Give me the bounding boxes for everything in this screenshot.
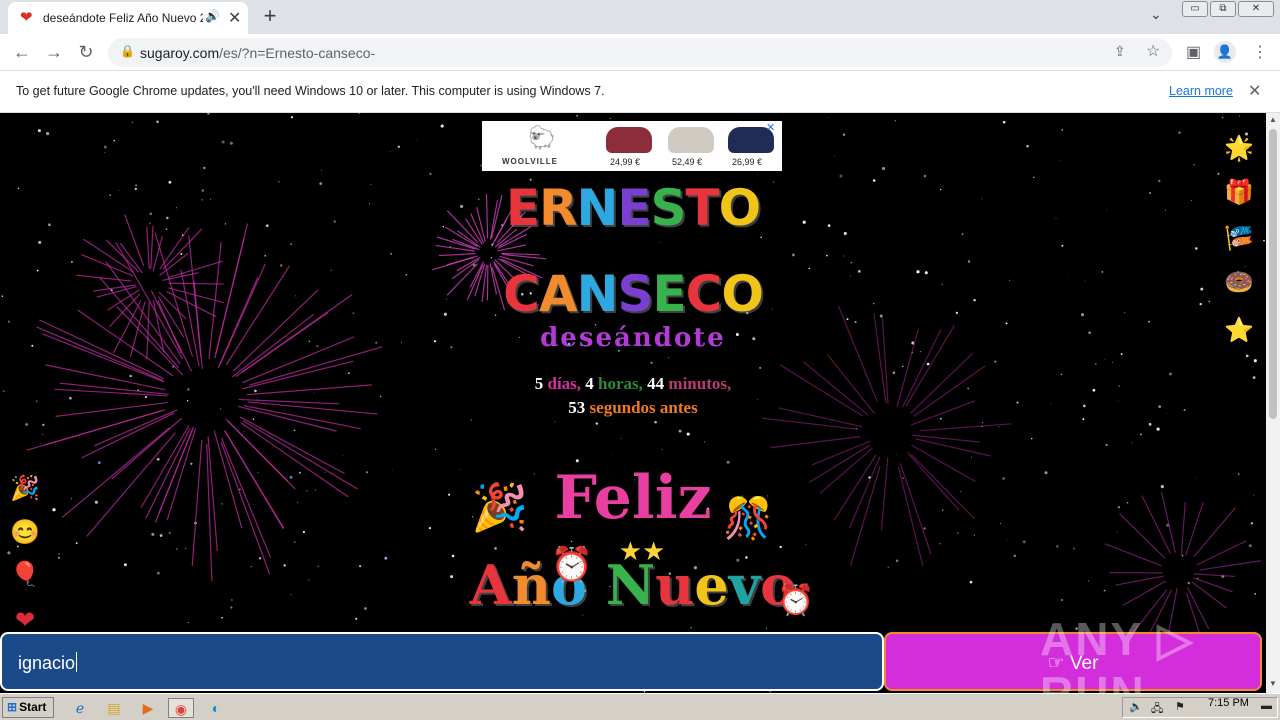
forward-button[interactable]: → [42, 40, 66, 64]
chrome-icon[interactable]: ◉ [168, 698, 194, 718]
countdown-minutes-label: minutos, [668, 374, 732, 393]
browser-tab[interactable]: ❤ deseándote Feliz Año Nuevo 20 🔊 ✕ [8, 2, 248, 34]
lock-icon: 🔒 [120, 44, 135, 58]
name-input[interactable]: ignacio [0, 632, 884, 691]
address-bar[interactable]: 🔒 sugaroy.com/es/?n=Ernesto-canseco- ⇪ ☆ [108, 38, 1172, 67]
menu-kebab-icon[interactable]: ⋮ [1252, 42, 1268, 62]
ad-product-slipper-grey[interactable] [668, 127, 714, 153]
maximize-button[interactable]: ⧉ [1210, 1, 1236, 17]
scroll-up-icon[interactable]: ▲ [1269, 115, 1277, 124]
heart-icon: ❤ [20, 9, 33, 26]
tab-close-button[interactable]: ✕ [228, 8, 241, 28]
media-player-icon[interactable]: ▶ [138, 698, 158, 718]
countdown: 5 días, 4 horas, 44 minutos, 53 segundos… [0, 372, 1266, 420]
network-icon[interactable]: 🖧 [1151, 700, 1163, 719]
sheep-logo-icon: 🐑 [528, 125, 556, 150]
tab-title: deseándote Feliz Año Nuevo 20 [43, 11, 203, 25]
ad-banner[interactable]: 🐑 WOOLVILLE 24,99 € 52,49 € 26,99 € ✕ [482, 121, 782, 171]
close-icon[interactable]: ✕ [1248, 81, 1261, 101]
start-button[interactable]: ⊞ Start [2, 697, 54, 718]
last-name-title: CANSECO [503, 265, 764, 323]
learn-more-link[interactable]: Learn more [1169, 84, 1233, 98]
profile-avatar[interactable]: 👤 [1214, 41, 1236, 63]
chevron-down-icon[interactable]: ⌄ [1150, 6, 1162, 23]
back-button[interactable]: ← [10, 40, 34, 64]
new-tab-button[interactable]: + [258, 3, 282, 29]
stars-icon: ★★ [618, 536, 666, 566]
countdown-seconds-label: segundos antes [589, 398, 698, 417]
sparkle-icon[interactable]: 🌟 [1224, 135, 1254, 163]
bunting-icon[interactable]: 🎏 [1224, 225, 1254, 253]
speaker-icon[interactable]: 🔊 [205, 9, 220, 23]
party-popper-icon[interactable]: 🎉 [10, 475, 40, 503]
name-input-value: ignacio [18, 653, 76, 673]
ad-price: 52,49 € [672, 157, 703, 167]
heart-icon[interactable]: ❤ [10, 607, 40, 635]
ad-price: 26,99 € [732, 157, 763, 167]
page-content: 🐑 WOOLVILLE 24,99 € 52,49 € 26,99 € ✕ ER… [0, 113, 1266, 693]
url-text: sugaroy.com/es/?n=Ernesto-canseco- [140, 45, 376, 61]
page-scrollbar[interactable]: ▲ ▼ [1266, 113, 1280, 693]
clock: 7:15 PM [1208, 697, 1249, 709]
party-hat-icon: 🎊 [723, 497, 773, 541]
side-panel-icon[interactable]: ▣ [1186, 42, 1201, 62]
donut-icon[interactable]: 🍩 [1224, 269, 1254, 297]
ad-product-slipper-red[interactable] [606, 127, 652, 153]
alarm-clock-icon: ⏰ [777, 584, 815, 617]
countdown-minutes: 44 [647, 374, 665, 393]
update-infobar: To get future Google Chrome updates, you… [0, 71, 1280, 113]
edge-icon[interactable]: ◐ [206, 698, 226, 718]
countdown-days: 5 [534, 374, 544, 393]
greeting-feliz: Feliz [554, 463, 712, 533]
bookmark-star-icon[interactable]: ☆ [1146, 41, 1160, 61]
countdown-hours-label: horas, [598, 374, 643, 393]
balloons-icon[interactable]: 🎈 [10, 561, 40, 589]
countdown-hours: 4 [585, 374, 594, 393]
flag-icon[interactable]: ⚑ [1175, 700, 1185, 713]
countdown-seconds: 53 [568, 398, 586, 417]
speaker-icon[interactable]: 🔈 [1129, 700, 1143, 713]
ad-price: 24,99 € [610, 157, 641, 167]
party-popper-icon: 🎉 [471, 481, 529, 533]
countdown-days-label: días, [547, 374, 582, 393]
windows-flag-icon: ⊞ [7, 700, 18, 714]
ad-brand: WOOLVILLE [502, 157, 558, 166]
gift-icon[interactable]: 🎁 [1224, 179, 1254, 207]
folder-icon[interactable]: ▤ [104, 698, 124, 718]
smiley-icon[interactable]: 😊 [10, 519, 40, 547]
share-icon[interactable]: ⇪ [1114, 43, 1126, 60]
show-desktop-icon[interactable]: ▬ [1261, 700, 1272, 712]
infobar-message: To get future Google Chrome updates, you… [16, 84, 605, 98]
browser-toolbar: ← → ↻ 🔒 sugaroy.com/es/?n=Ernesto-cansec… [0, 34, 1280, 71]
internet-explorer-icon[interactable]: ℯ [70, 698, 90, 718]
wishing-text: deseándote [540, 323, 726, 353]
close-window-button[interactable]: ✕ [1238, 1, 1274, 17]
minimize-button[interactable]: ▭ [1182, 1, 1208, 17]
tab-strip: ❤ deseándote Feliz Año Nuevo 20 🔊 ✕ + ⌄ … [0, 0, 1280, 34]
first-name-title: ERNESTO [505, 179, 761, 237]
windows-taskbar: ⊞ Start ℯ ▤ ▶ ◉ ◐ 🔈 🖧 ⚑ ▬ 7:15 PM [0, 693, 1280, 720]
alarm-clock-icon: ⏰ [550, 546, 594, 584]
ad-close-icon[interactable]: ✕ [766, 121, 775, 134]
reload-button[interactable]: ↻ [74, 40, 98, 64]
scrollbar-thumb[interactable] [1269, 129, 1277, 419]
system-tray: 🔈 🖧 ⚑ ▬ [1122, 697, 1278, 718]
star-icon[interactable]: ⭐ [1224, 317, 1254, 345]
